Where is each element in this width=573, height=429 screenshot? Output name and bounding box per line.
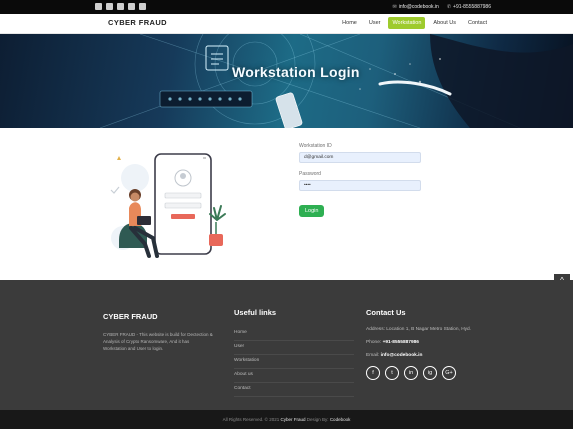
footer-about: CYBER FRAUD CYBER FRAUD - This website i… [103, 308, 213, 352]
copyright-bar: All Rights Reserved. © 2021 Cyber Fraud … [0, 410, 573, 429]
navbar: CYBER FRAUD Home User Workstation About … [0, 14, 573, 34]
top-contact: ✉ info@codebook.in ✆ +91-8555887986 [393, 2, 491, 12]
footer-contact: Contact Us Address: Location 1, B Nagar … [366, 308, 496, 380]
nav-home[interactable]: Home [338, 17, 361, 29]
facebook-icon[interactable] [95, 3, 102, 10]
nav-contact[interactable]: Contact [464, 17, 491, 29]
instagram-icon[interactable]: ig [423, 366, 437, 380]
footer: CYBER FRAUD CYBER FRAUD - This website i… [0, 280, 573, 410]
instagram-icon[interactable] [106, 3, 113, 10]
login-form: Workstation ID d@gmail.com Password ••••… [299, 143, 424, 217]
facebook-icon[interactable]: f [366, 366, 380, 380]
hero-background-graphic [99, 34, 573, 128]
top-phone[interactable]: ✆ +91-8555887986 [447, 2, 491, 12]
contact-heading: Contact Us [366, 308, 406, 317]
nav-about[interactable]: About Us [429, 17, 460, 29]
nav-user[interactable]: User [365, 17, 385, 29]
top-email[interactable]: ✉ info@codebook.in [393, 2, 439, 12]
footer-link-workstation[interactable]: Workstation [234, 355, 354, 369]
login-illustration [110, 153, 226, 258]
site-brand[interactable]: CYBER FRAUD [108, 18, 167, 27]
nav-workstation[interactable]: Workstation [388, 17, 426, 29]
mail-icon: ✉ [392, 4, 397, 10]
login-section: Workstation ID d@gmail.com Password ••••… [0, 128, 573, 280]
footer-about-text: CYBER FRAUD - This website is build for … [103, 332, 213, 351]
copyright-brand[interactable]: Cyber Fraud [281, 417, 306, 422]
footer-social: f t in ig G+ [366, 366, 496, 380]
phone-icon: ✆ [446, 4, 452, 10]
footer-link-about[interactable]: About us [234, 369, 354, 383]
password-input[interactable]: •••• [299, 180, 421, 191]
workstation-id-input[interactable]: d@gmail.com [299, 152, 421, 163]
login-button[interactable]: Login [299, 205, 325, 217]
useful-links-heading: Useful links [234, 308, 277, 317]
footer-address: Address: Location 1, B Nagar Metro Stati… [366, 327, 472, 332]
social-links [95, 3, 146, 10]
linkedin-icon[interactable] [117, 3, 124, 10]
hero-banner: Workstation Login [0, 34, 573, 128]
youtube-icon[interactable] [128, 3, 135, 10]
linkedin-icon[interactable]: in [404, 366, 418, 380]
footer-phone: Phone: +91-8555887986 [366, 340, 419, 345]
footer-email: Email: info@codebook.in [366, 353, 423, 358]
designer-link[interactable]: Codebook [330, 417, 351, 422]
workstation-id-label: Workstation ID [299, 143, 332, 149]
footer-link-user[interactable]: User [234, 341, 354, 355]
google-plus-icon[interactable]: G+ [442, 366, 456, 380]
footer-useful-links: Useful links Home User Workstation About… [234, 308, 354, 397]
footer-link-contact[interactable]: Contact [234, 383, 354, 397]
twitter-icon[interactable] [139, 3, 146, 10]
footer-link-home[interactable]: Home [234, 327, 354, 341]
twitter-icon[interactable]: t [385, 366, 399, 380]
password-label: Password [299, 171, 321, 177]
main-nav: Home User Workstation About Us Contact [338, 17, 491, 29]
footer-brand: CYBER FRAUD [103, 312, 158, 321]
top-bar: ✉ info@codebook.in ✆ +91-8555887986 [0, 0, 573, 14]
page-title: Workstation Login [232, 64, 360, 80]
